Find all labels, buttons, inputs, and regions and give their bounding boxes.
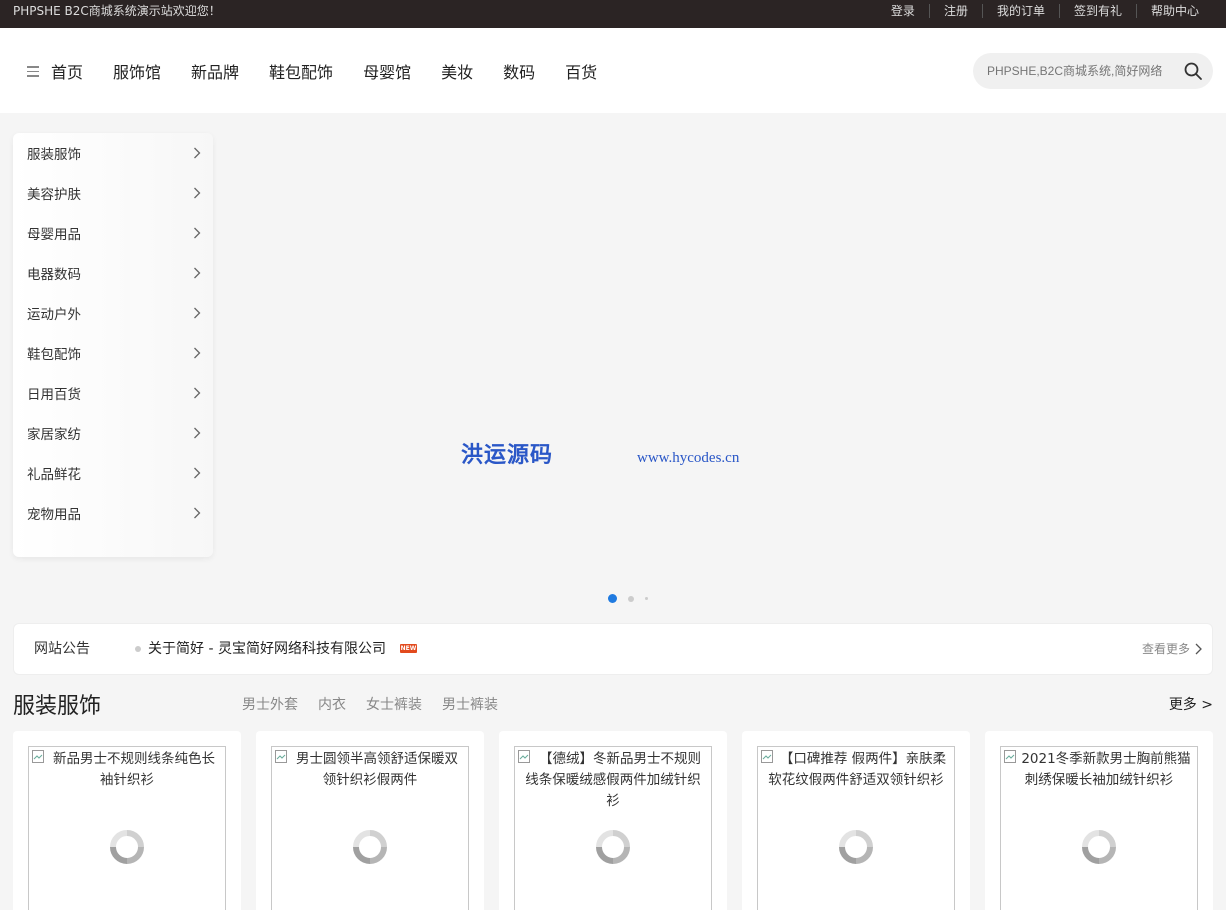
chevron-right-icon <box>194 467 201 479</box>
product-card[interactable]: 2021冬季新款男士胸前熊猫刺绣保暖长袖加绒针织衫 <box>985 731 1213 910</box>
carousel-dot[interactable] <box>645 597 648 600</box>
section-title: 服装服饰 <box>13 694 102 719</box>
tab-womens-pants[interactable]: 女士裤装 <box>366 694 422 714</box>
top-links: 登录 注册 我的订单 签到有礼 帮助中心 <box>877 0 1213 22</box>
sidebar-item-label: 宠物用品 <box>27 507 81 523</box>
carousel-dot[interactable] <box>628 595 634 602</box>
product-image[interactable]: 2021冬季新款男士胸前熊猫刺绣保暖长袖加绒针织衫 <box>1000 746 1198 910</box>
chevron-right-icon <box>194 427 201 439</box>
register-link[interactable]: 注册 <box>928 4 982 18</box>
top-bar: PHPSHE B2C商城系统演示站欢迎您！ 登录 注册 我的订单 签到有礼 帮助… <box>0 0 1226 28</box>
product-card[interactable]: 【口碑推荐 假两件】亲肤柔软花纹假两件舒适双领针织衫 <box>742 731 970 910</box>
chevron-right-icon <box>194 387 201 399</box>
nav-item-shoes-bags[interactable]: 鞋包配饰 <box>269 59 333 83</box>
nav-item-beauty[interactable]: 美妆 <box>441 59 473 83</box>
carousel-dot-active[interactable] <box>608 594 617 603</box>
checkin-link[interactable]: 签到有礼 <box>1058 4 1136 18</box>
sidebar-item-outdoor[interactable]: 运动户外 <box>13 293 213 333</box>
chevron-right-icon <box>194 347 201 359</box>
sidebar-item-label: 美容护肤 <box>27 187 81 203</box>
nav-item-apparel[interactable]: 服饰馆 <box>113 59 161 83</box>
notice-bar: 网站公告 关于简好 - 灵宝简好网络科技有限公司 NEW 查看更多 <box>13 623 1213 675</box>
sidebar-item-apparel[interactable]: 服装服饰 <box>13 133 213 173</box>
sidebar-item-gifts[interactable]: 礼品鲜花 <box>13 453 213 493</box>
sidebar-item-label: 日用百货 <box>27 387 81 403</box>
sidebar-item-electronics[interactable]: 电器数码 <box>13 253 213 293</box>
notice-label: 网站公告 <box>34 641 90 657</box>
section-more-link[interactable]: 更多 > <box>1169 694 1213 714</box>
product-card[interactable]: 男士圆领半高领舒适保暖双领针织衫假两件 <box>256 731 484 910</box>
search-input[interactable] <box>987 53 1173 89</box>
product-image[interactable]: 新品男士不规则线条纯色长袖针织衫 <box>28 746 226 910</box>
sidebar-item-label: 电器数码 <box>27 267 81 283</box>
bullet-icon <box>135 646 141 652</box>
my-orders-link[interactable]: 我的订单 <box>981 4 1059 18</box>
loading-spinner-icon <box>1082 830 1116 864</box>
tab-underwear[interactable]: 内衣 <box>318 694 346 714</box>
menu-icon[interactable] <box>27 66 39 77</box>
chevron-right-icon <box>194 187 201 199</box>
product-image[interactable]: 男士圆领半高领舒适保暖双领针织衫假两件 <box>271 746 469 910</box>
sidebar-item-daily[interactable]: 日用百货 <box>13 373 213 413</box>
product-image[interactable]: 【口碑推荐 假两件】亲肤柔软花纹假两件舒适双领针织衫 <box>757 746 955 910</box>
notice-link[interactable]: 关于简好 - 灵宝简好网络科技有限公司 <box>148 624 386 674</box>
search-icon[interactable] <box>1183 61 1203 81</box>
search-box <box>973 53 1213 89</box>
chevron-right-icon[interactable] <box>1195 643 1202 655</box>
product-title: 新品男士不规则线条纯色长袖针织衫 <box>53 751 215 788</box>
sidebar-item-shoes-bags[interactable]: 鞋包配饰 <box>13 333 213 373</box>
section-tabs: 男士外套 内衣 女士裤装 男士裤装 <box>242 694 518 714</box>
tab-mens-jackets[interactable]: 男士外套 <box>242 694 298 714</box>
sidebar-item-label: 家居家纺 <box>27 427 81 443</box>
notice-more-link[interactable]: 查看更多 <box>1142 624 1190 674</box>
chevron-right-icon <box>194 307 201 319</box>
nav-item-new-brands[interactable]: 新品牌 <box>191 59 239 83</box>
sidebar-item-label: 服装服饰 <box>27 147 81 163</box>
sidebar-item-pets[interactable]: 宠物用品 <box>13 493 213 533</box>
chevron-right-icon <box>194 267 201 279</box>
sidebar-item-label: 鞋包配饰 <box>27 347 81 363</box>
welcome-text: PHPSHE B2C商城系统演示站欢迎您！ <box>13 4 221 18</box>
new-badge: NEW <box>400 644 417 653</box>
product-card[interactable]: 新品男士不规则线条纯色长袖针织衫 <box>13 731 241 910</box>
login-link[interactable]: 登录 <box>877 4 929 18</box>
main-nav: 首页 服饰馆 新品牌 鞋包配饰 母婴馆 美妆 数码 百货 <box>51 28 627 113</box>
nav-item-baby[interactable]: 母婴馆 <box>363 59 411 83</box>
product-title: 男士圆领半高领舒适保暖双领针织衫假两件 <box>296 751 458 788</box>
loading-spinner-icon <box>596 830 630 864</box>
product-image[interactable]: 【德绒】冬新品男士不规则线条保暖绒感假两件加绒针织衫 <box>514 746 712 910</box>
banner-url[interactable]: www.hycodes.cn <box>637 450 739 467</box>
category-sidebar: 服装服饰 美容护肤 母婴用品 电器数码 运动户外 鞋包配饰 日用百货 家居家纺 … <box>13 133 213 557</box>
product-title: 【德绒】冬新品男士不规则线条保暖绒感假两件加绒针织衫 <box>525 751 701 809</box>
loading-spinner-icon <box>839 830 873 864</box>
loading-spinner-icon <box>110 830 144 864</box>
header: 首页 服饰馆 新品牌 鞋包配饰 母婴馆 美妆 数码 百货 <box>0 28 1226 113</box>
product-card[interactable]: 【德绒】冬新品男士不规则线条保暖绒感假两件加绒针织衫 <box>499 731 727 910</box>
sidebar-item-label: 母婴用品 <box>27 227 81 243</box>
nav-item-general[interactable]: 百货 <box>565 59 597 83</box>
nav-item-digital[interactable]: 数码 <box>503 59 535 83</box>
nav-item-home[interactable]: 首页 <box>51 59 83 83</box>
sidebar-item-label: 运动户外 <box>27 307 81 323</box>
tab-mens-pants[interactable]: 男士裤装 <box>442 694 498 714</box>
banner-brand[interactable]: 洪运源码 <box>461 437 553 469</box>
help-center-link[interactable]: 帮助中心 <box>1135 4 1213 18</box>
product-title: 【口碑推荐 假两件】亲肤柔软花纹假两件舒适双领针织衫 <box>768 751 947 788</box>
sidebar-item-label: 礼品鲜花 <box>27 467 81 483</box>
chevron-right-icon <box>194 227 201 239</box>
product-list: 新品男士不规则线条纯色长袖针织衫 男士圆领半高领舒适保暖双领针织衫假两件 【德绒… <box>13 731 1213 910</box>
chevron-right-icon <box>194 507 201 519</box>
product-title: 2021冬季新款男士胸前熊猫刺绣保暖长袖加绒针织衫 <box>1021 751 1191 788</box>
chevron-right-icon <box>194 147 201 159</box>
carousel-dots <box>608 594 659 603</box>
sidebar-item-home-textile[interactable]: 家居家纺 <box>13 413 213 453</box>
sidebar-item-baby[interactable]: 母婴用品 <box>13 213 213 253</box>
sidebar-item-skincare[interactable]: 美容护肤 <box>13 173 213 213</box>
loading-spinner-icon <box>353 830 387 864</box>
